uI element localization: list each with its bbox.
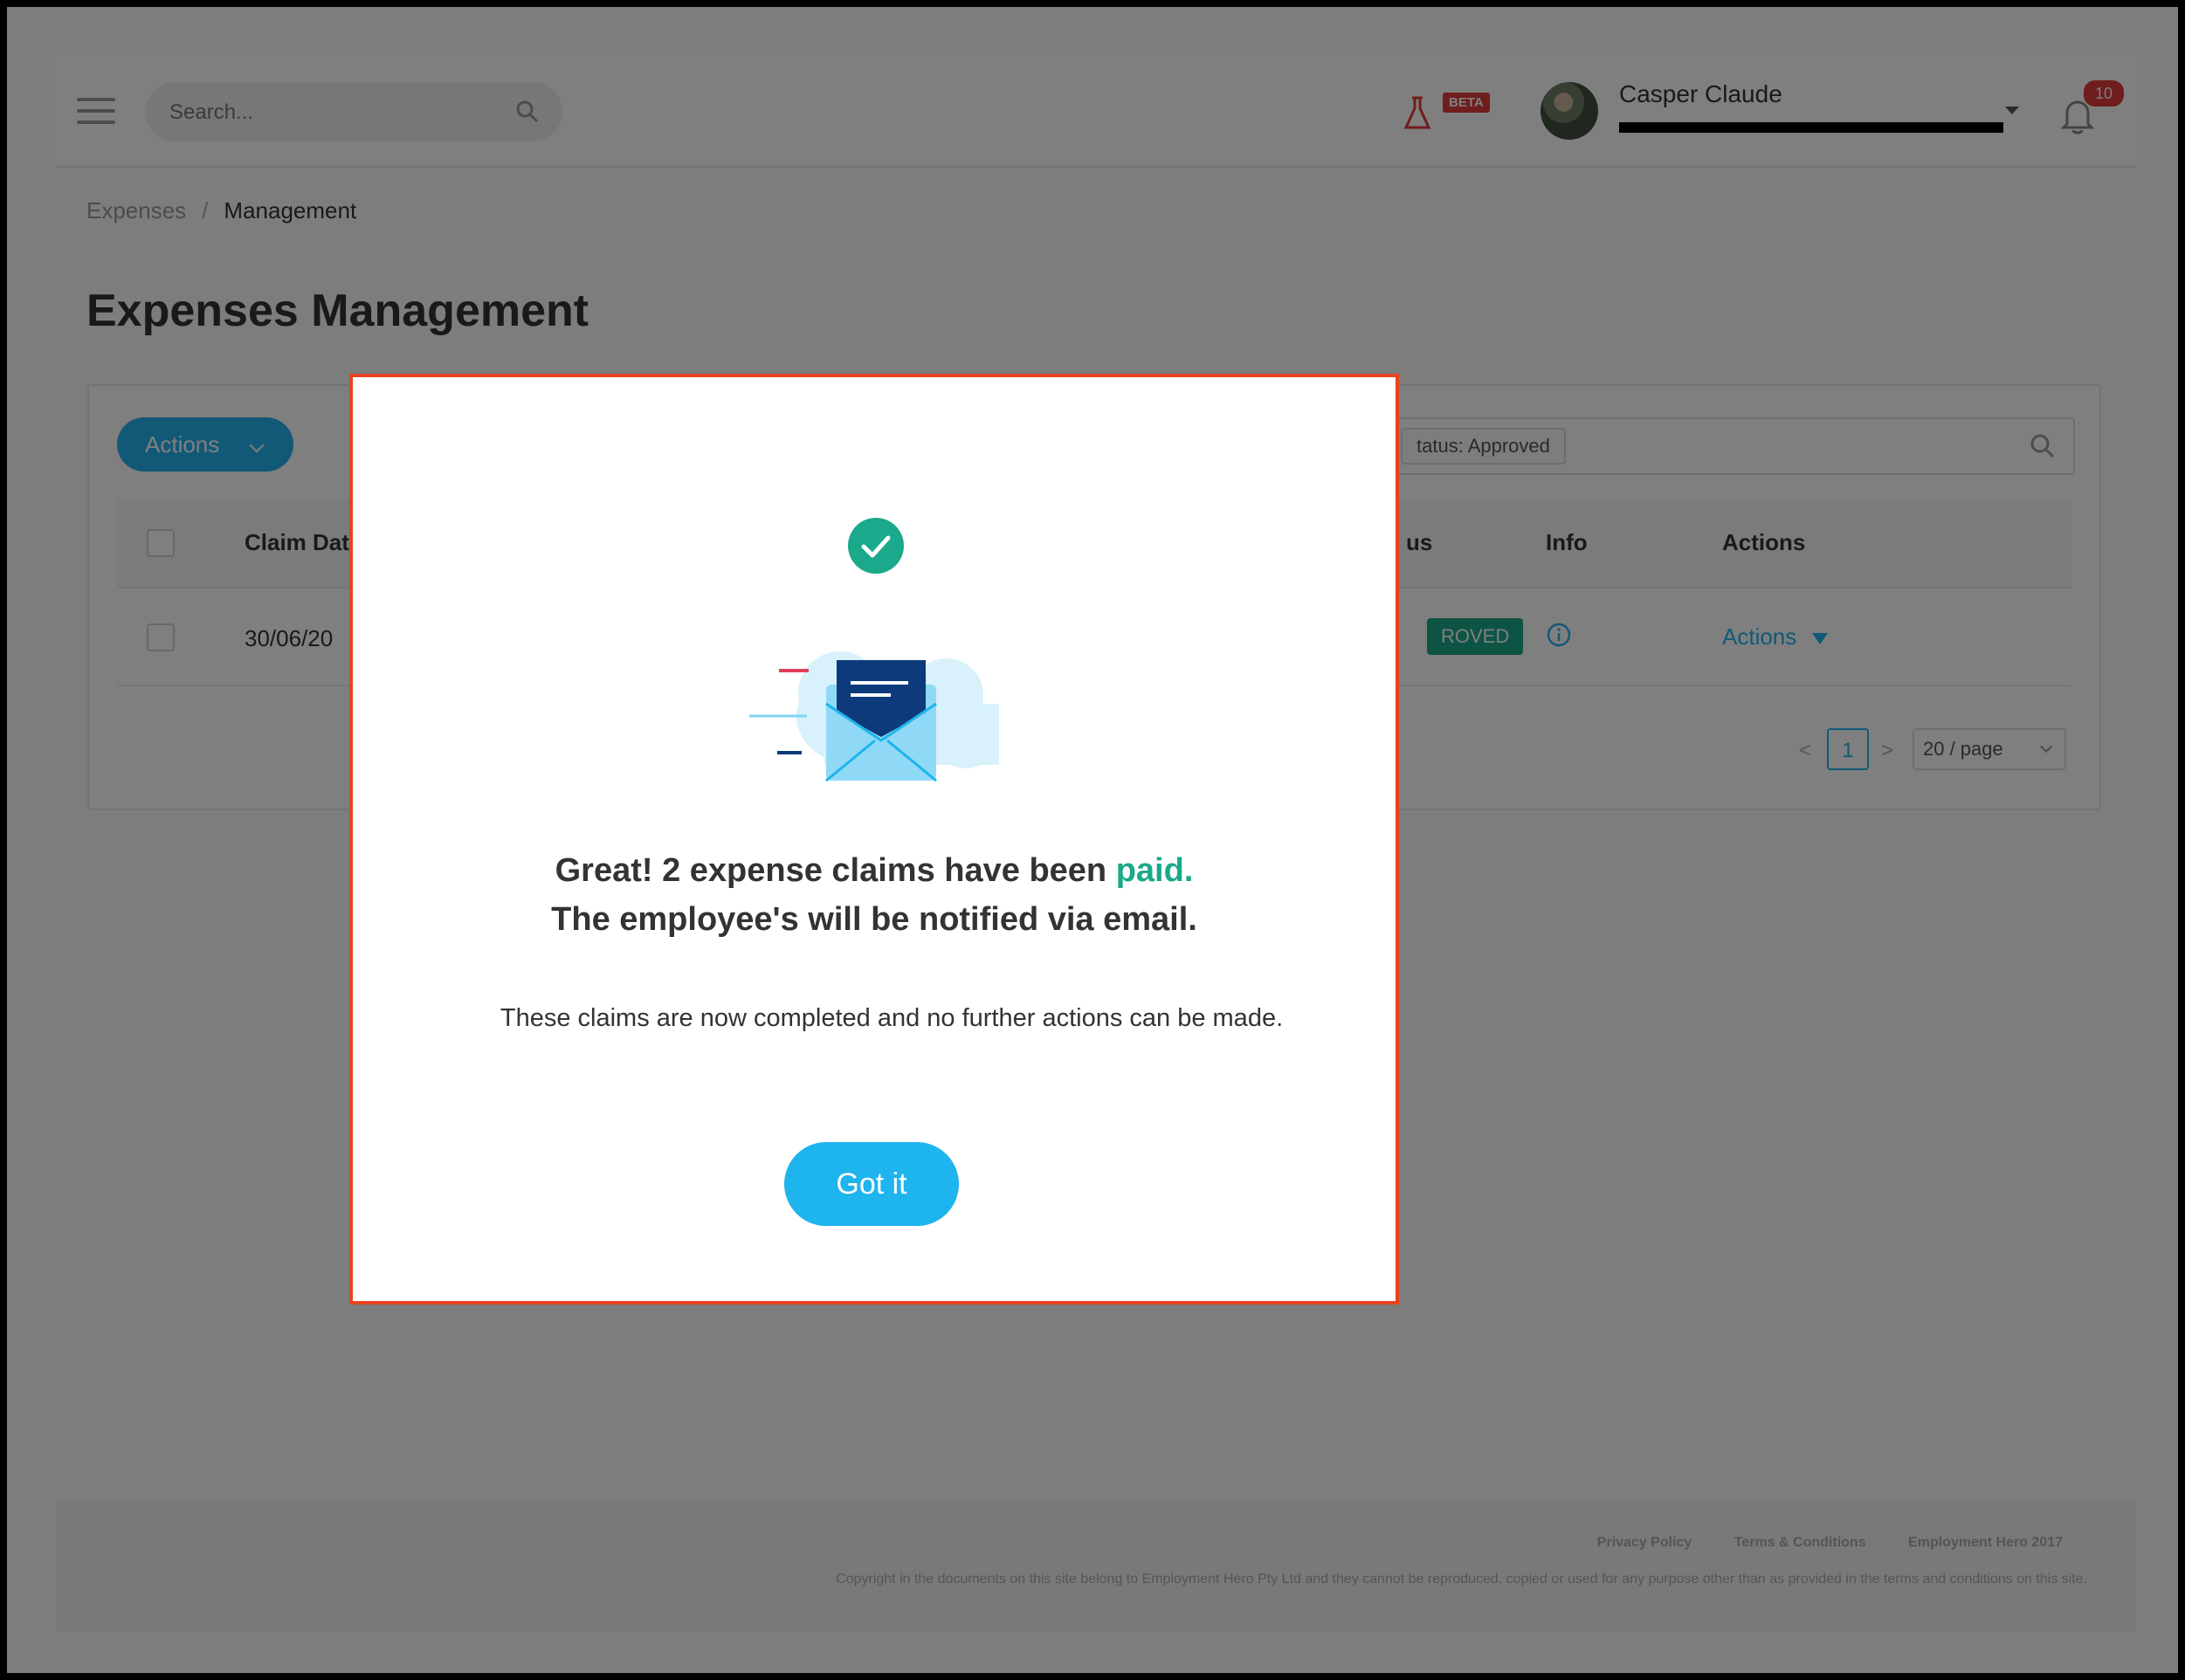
check-circle-icon — [848, 518, 904, 574]
envelope-illustration — [749, 651, 999, 782]
paid-highlight: paid. — [1115, 852, 1194, 889]
got-it-button[interactable]: Got it — [784, 1142, 959, 1226]
success-modal: Great! 2 expense claims have been paid. … — [349, 374, 1399, 1305]
app-frame: BETA Casper Claude 10 Expenses/Managemen… — [7, 7, 2178, 1673]
modal-subheadline: The employee's will be notified via emai… — [551, 901, 1197, 938]
modal-headline: Great! 2 expense claims have been paid. — [353, 852, 1396, 890]
modal-note: These claims are now completed and no fu… — [500, 1004, 1284, 1032]
modal-headline-text: Great! 2 expense claims have been — [555, 852, 1116, 889]
